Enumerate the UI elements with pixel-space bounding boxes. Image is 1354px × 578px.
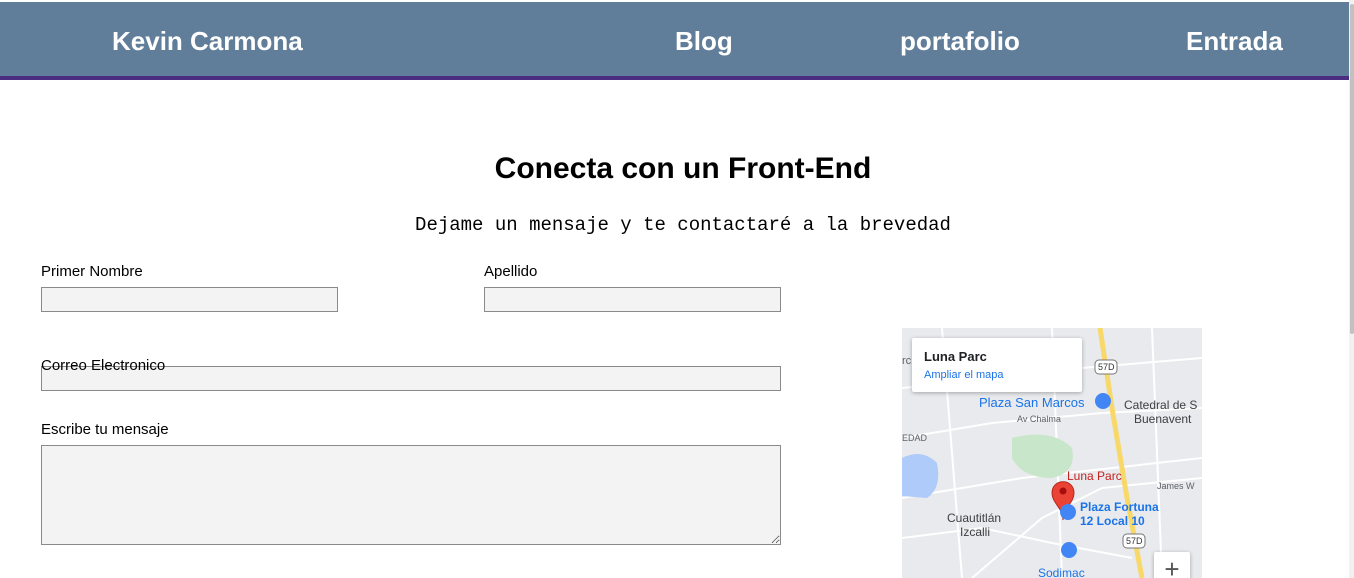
map-label: EDAD (902, 433, 928, 443)
first-name-field[interactable] (41, 287, 338, 312)
message-label: Escribe tu mensaje (41, 421, 169, 438)
road-shield-label: 57D (1126, 536, 1143, 546)
map-place-title: Luna Parc (924, 349, 987, 364)
location-pin-dot (1059, 487, 1067, 495)
page-scrollbar[interactable] (1349, 0, 1354, 578)
map-label-cuautitlan: Cuautitlán (947, 511, 1002, 525)
first-name-label: Primer Nombre (41, 263, 143, 280)
brand-link[interactable]: Kevin Carmona (112, 26, 303, 57)
road-shield-label: 57D (1098, 362, 1115, 372)
map-label-sodimac[interactable]: Sodimac (1038, 566, 1085, 578)
nav-link-portafolio[interactable]: portafolio (900, 26, 1020, 57)
map-info-card: Luna Parc Ampliar el mapa (912, 338, 1082, 392)
email-label: Correo Electronico (41, 357, 166, 374)
map-label-catedral[interactable]: Catedral de S (1124, 398, 1197, 412)
shopping-poi-icon[interactable] (1061, 542, 1077, 558)
page-subtitle: Dejame un mensaje y te contactaré a la b… (415, 214, 951, 236)
map-label-catedral[interactable]: Buenavent (1134, 412, 1191, 426)
map-label-cuautitlan: Izcalli (960, 525, 991, 539)
embedded-map[interactable]: 57D 57D rc EDAD Plaza San Marcos Catedra… (902, 328, 1202, 578)
map-label-street: Av Chalma (1017, 414, 1061, 424)
expand-map-link[interactable]: Ampliar el mapa (924, 369, 1003, 381)
map-label: rc (902, 355, 912, 367)
map-label-luna-parc[interactable]: Luna Parc (1067, 469, 1122, 483)
last-name-field[interactable] (484, 287, 781, 312)
zoom-in-button[interactable]: + (1154, 552, 1190, 578)
nav-link-entrada[interactable]: Entrada (1186, 26, 1283, 57)
nav-link-blog[interactable]: Blog (675, 26, 733, 57)
page-title: Conecta con un Front-End (494, 152, 872, 185)
map-label-plaza-san-marcos[interactable]: Plaza San Marcos (979, 395, 1085, 410)
map-label-plaza-fortuna[interactable]: 12 Local 10 (1080, 514, 1145, 528)
message-textarea[interactable] (41, 445, 781, 545)
map-label-plaza-fortuna[interactable]: Plaza Fortuna (1080, 500, 1159, 514)
shopping-poi-icon[interactable] (1095, 393, 1111, 409)
shopping-poi-icon[interactable] (1060, 504, 1076, 520)
top-navbar: Kevin Carmona Blog portafolio Entrada (0, 0, 1349, 80)
last-name-label: Apellido (484, 263, 538, 280)
map-label-street: James W (1157, 481, 1195, 491)
map-lake (902, 454, 939, 498)
